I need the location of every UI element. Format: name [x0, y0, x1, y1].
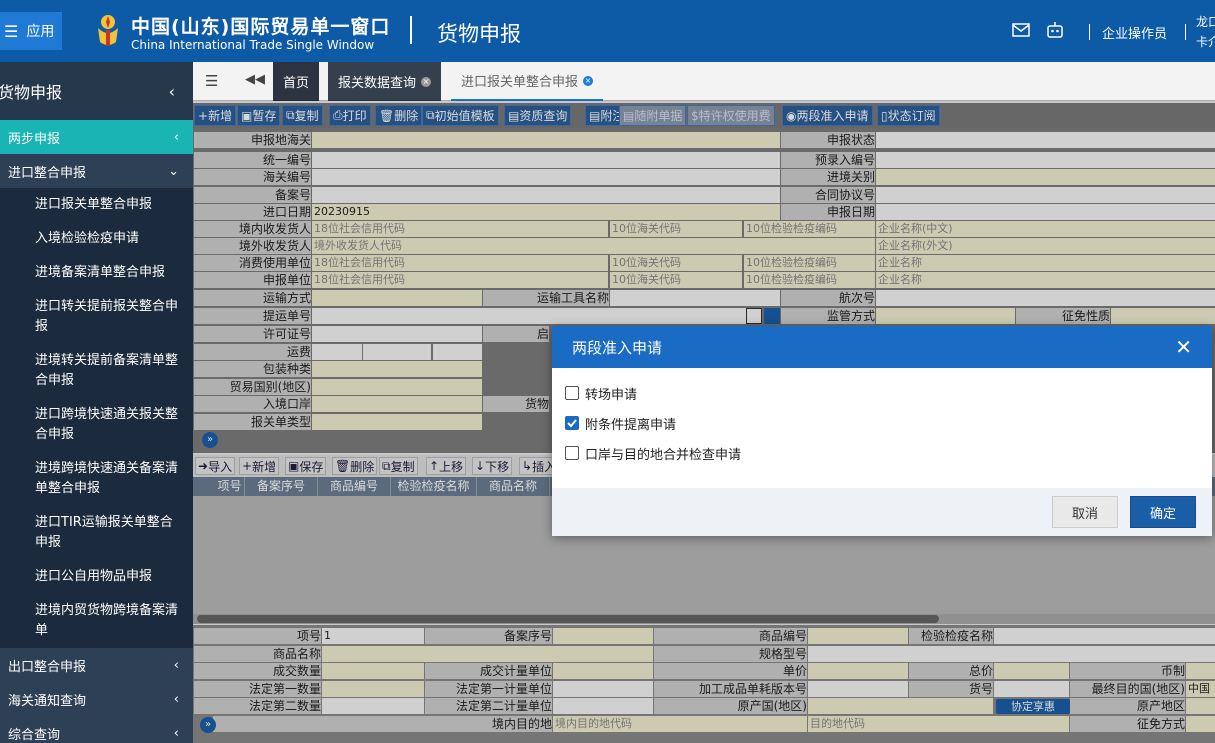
close-icon[interactable]: ×: [421, 76, 432, 87]
sidebar-group-label: 进口整合申报: [8, 165, 87, 181]
robot-icon[interactable]: [1045, 20, 1065, 40]
chevron-left-icon: ‹: [173, 657, 179, 673]
tab-label: 报关数据查询: [338, 76, 417, 91]
sidebar-item[interactable]: 进境跨境快速通关备案清单整合申报: [0, 452, 193, 506]
top-bar: ☰ 应用 中国(山东)国际贸易单一窗口 China International …: [0, 0, 1215, 62]
dialog-header: 两段准入申请 ✕: [552, 326, 1212, 368]
sidebar-group-label: 综合查询: [8, 727, 61, 743]
sidebar-group-query[interactable]: 综合查询 ‹: [0, 716, 193, 743]
tab-import-declaration[interactable]: 进口报关单整合申报 ×: [451, 62, 604, 101]
tab-bar: ☰ ◀◀ 首页 报关数据查询 × 进口报关单整合申报 ×: [193, 62, 1215, 101]
cancel-button[interactable]: 取消: [1052, 496, 1118, 528]
confirm-button[interactable]: 确定: [1130, 496, 1196, 528]
sidebar-group-label: 两步申报: [8, 131, 61, 147]
close-icon[interactable]: ×: [583, 75, 594, 86]
app-menu-button[interactable]: ☰ 应用: [0, 12, 62, 50]
sidebar-item[interactable]: 进口转关提前报关整合申报: [0, 290, 193, 344]
menu-toggle-icon[interactable]: ☰: [205, 72, 218, 90]
checkbox[interactable]: [565, 386, 579, 400]
chevron-left-icon: ‹: [173, 129, 179, 145]
tab-label: 进口报关单整合申报: [461, 75, 579, 90]
sidebar-item[interactable]: 入境检验检疫申请: [0, 222, 193, 256]
header-separator: [1185, 24, 1186, 40]
two-stage-dialog: 两段准入申请 ✕ 转场申请 附条件提离申请 口岸与目的地合并检查申请 取消 确定: [552, 326, 1212, 536]
sidebar-group-import[interactable]: 进口整合申报 ⌄: [0, 154, 193, 188]
sidebar: 货物申报 ‹ 两步申报 ‹ 进口整合申报 ⌄ 进口报关单整合申报 入境检验检疫申…: [0, 62, 193, 743]
sidebar-group-two-step[interactable]: 两步申报 ‹: [0, 120, 193, 154]
tab-home[interactable]: 首页: [273, 62, 320, 101]
sidebar-title-label: 货物申报: [0, 83, 63, 102]
tab-query[interactable]: 报关数据查询 ×: [328, 62, 442, 101]
user-line-1: 龙口: [1196, 15, 1215, 29]
double-chevron-left-icon[interactable]: ◀◀: [245, 72, 265, 87]
brand-title-cn: 中国(山东)国际贸易单一窗口: [131, 16, 391, 38]
dialog-footer: 取消 确定: [552, 488, 1212, 536]
sidebar-item[interactable]: 进境转关提前备案清单整合申报: [0, 344, 193, 398]
chevron-down-icon: ⌄: [168, 163, 179, 179]
chevron-left-icon: ‹: [168, 81, 175, 101]
sidebar-group-label: 海关通知查询: [8, 693, 87, 709]
operator-role[interactable]: 企业操作员: [1102, 23, 1167, 42]
dialog-title: 两段准入申请: [572, 338, 663, 357]
brand-title-en: China International Trade Single Window: [131, 38, 375, 52]
dialog-body: 转场申请 附条件提离申请 口岸与目的地合并检查申请: [552, 368, 1212, 488]
module-title: 货物申报: [437, 22, 521, 46]
checkbox-checked[interactable]: [565, 416, 579, 430]
option-label: 转场申请: [585, 387, 638, 403]
header-separator: [1089, 24, 1090, 40]
sidebar-item[interactable]: 进口跨境快速通关报关整合申报: [0, 398, 193, 452]
sidebar-title[interactable]: 货物申报 ‹: [0, 62, 193, 120]
option-label: 附条件提离申请: [585, 417, 677, 433]
sidebar-item[interactable]: 进口公自用物品申报: [0, 560, 193, 594]
sidebar-group-label: 出口整合申报: [8, 659, 87, 675]
sidebar-item[interactable]: 进境内贸货物跨境备案清单: [0, 594, 193, 648]
option-conditional-release[interactable]: 附条件提离申请: [565, 408, 1199, 438]
checkbox[interactable]: [565, 446, 579, 460]
chevron-left-icon: ‹: [173, 691, 179, 707]
option-transfer[interactable]: 转场申请: [565, 378, 1199, 408]
mail-icon[interactable]: [1012, 22, 1030, 38]
option-combined-inspection[interactable]: 口岸与目的地合并检查申请: [565, 438, 1199, 468]
header-divider: [410, 16, 412, 44]
chevron-left-icon: ‹: [173, 725, 179, 741]
hamburger-icon: ☰: [4, 21, 19, 41]
app-menu-label: 应用: [26, 24, 55, 40]
sidebar-group-export[interactable]: 出口整合申报 ‹: [0, 648, 193, 682]
customs-emblem-icon: [98, 15, 118, 46]
close-icon[interactable]: ✕: [1175, 335, 1192, 359]
user-line-2: 卡介: [1196, 35, 1215, 49]
option-label: 口岸与目的地合并检查申请: [585, 447, 742, 463]
sidebar-group-notice[interactable]: 海关通知查询 ‹: [0, 682, 193, 716]
user-info[interactable]: 龙口 卡介: [1196, 12, 1215, 52]
check-icon: [567, 419, 577, 428]
sidebar-item[interactable]: 进口报关单整合申报: [0, 188, 193, 222]
sidebar-item[interactable]: 进口TIR运输报关单整合申报: [0, 506, 193, 560]
sidebar-item[interactable]: 进境备案清单整合申报: [0, 256, 193, 290]
